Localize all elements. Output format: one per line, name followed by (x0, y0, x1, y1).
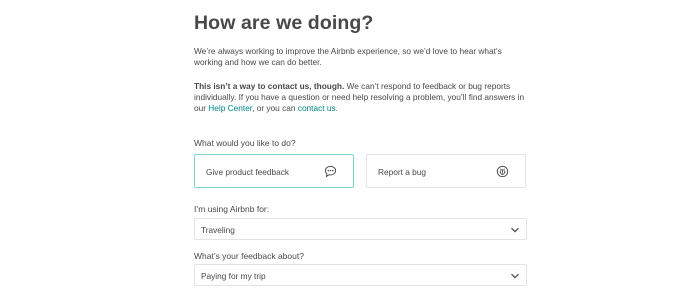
intro-text: We’re always working to improve the Airb… (194, 46, 502, 67)
page-title: How are we doing? (194, 12, 374, 34)
topic-value: Paying for my trip (201, 271, 266, 281)
notice-bold: This isn’t a way to contact us, though. (194, 81, 345, 91)
chevron-down-icon (511, 227, 519, 233)
notice-end: . (335, 103, 338, 113)
contact-us-link[interactable]: contact us (298, 103, 336, 113)
help-center-link[interactable]: Help Center (208, 103, 252, 113)
give-feedback-option[interactable]: Give product feedback (194, 154, 354, 188)
bug-icon (496, 165, 509, 178)
report-bug-label: Report a bug (378, 167, 426, 177)
action-question-label: What would you like to do? (194, 138, 296, 148)
usage-select[interactable]: Traveling (194, 218, 527, 240)
notice-mid: , or you can (252, 103, 298, 113)
chevron-down-icon (511, 273, 519, 279)
notice-text: This isn’t a way to contact us, though. … (194, 81, 528, 114)
topic-select[interactable]: Paying for my trip (194, 264, 527, 286)
report-bug-option[interactable]: Report a bug (366, 154, 526, 188)
usage-value: Traveling (201, 225, 235, 235)
chat-bubble-icon (324, 165, 337, 178)
topic-label: What’s your feedback about? (194, 251, 304, 261)
give-feedback-label: Give product feedback (206, 167, 290, 177)
usage-label: I’m using Airbnb for: (194, 204, 270, 214)
